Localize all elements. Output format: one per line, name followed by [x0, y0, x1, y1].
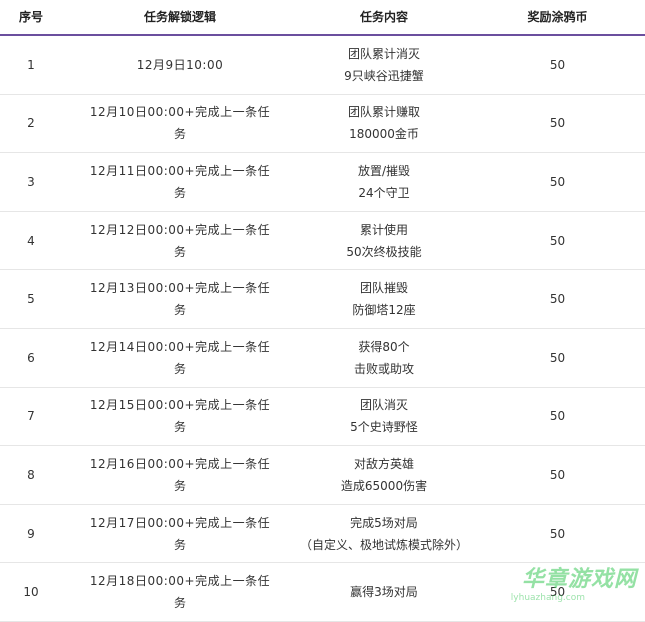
row-unlock: 12月15日00:00+完成上一条任 务	[62, 394, 298, 438]
unlock-line-1: 12月9日10:00	[136, 57, 224, 72]
row-reward: 50	[549, 350, 566, 365]
row-unlock: 12月12日00:00+完成上一条任 务	[62, 219, 298, 263]
content-line-2: 180000金币	[349, 127, 419, 142]
row-content: 团队累计赚取 180000金币	[298, 101, 470, 145]
row-number: 1	[27, 57, 35, 72]
table-header: 序号 任务解锁逻辑 任务内容 奖励涂鸦币	[0, 0, 645, 36]
row-number: 6	[27, 350, 35, 365]
table-row: 9 12月17日00:00+完成上一条任 务 完成5场对局 （自定义、极地试炼模…	[0, 505, 645, 564]
content-line-2: 造成65000伤害	[340, 478, 428, 493]
row-unlock: 12月17日00:00+完成上一条任 务	[62, 512, 298, 556]
unlock-line-2: 务	[173, 244, 186, 259]
row-number: 2	[27, 116, 35, 131]
unlock-line-2: 务	[173, 303, 186, 318]
table-row: 4 12月12日00:00+完成上一条任 务 累计使用 50次终极技能 50	[0, 212, 645, 271]
task-table: 序号 任务解锁逻辑 任务内容 奖励涂鸦币 1 12月9日10:00 团队累计消灭…	[0, 0, 645, 622]
row-reward: 50	[549, 233, 566, 248]
row-unlock: 12月18日00:00+完成上一条任 务	[62, 570, 298, 614]
row-content: 赢得3场对局	[298, 581, 470, 603]
row-unlock: 12月11日00:00+完成上一条任 务	[62, 160, 298, 204]
content-line-1: 完成5场对局	[350, 515, 418, 530]
content-line-1: 团队累计赚取	[347, 105, 420, 120]
content-line-1: 放置/摧毁	[357, 163, 411, 178]
row-number: 8	[27, 467, 35, 482]
row-number: 9	[27, 526, 35, 541]
row-content: 累计使用 50次终极技能	[298, 219, 470, 263]
row-reward: 50	[549, 57, 566, 72]
unlock-line-2: 务	[173, 420, 186, 435]
table-row: 7 12月15日00:00+完成上一条任 务 团队消灭 5个史诗野怪 50	[0, 388, 645, 447]
row-content: 团队消灭 5个史诗野怪	[298, 394, 470, 438]
row-unlock: 12月9日10:00	[62, 54, 298, 76]
content-line-2: （自定义、极地试炼模式除外）	[299, 537, 468, 552]
content-line-2: 5个史诗野怪	[350, 420, 418, 435]
content-line-1: 团队摧毁	[359, 281, 408, 296]
row-reward: 50	[549, 467, 566, 482]
content-line-1: 赢得3场对局	[350, 585, 418, 600]
row-reward: 50	[549, 116, 566, 131]
content-line-1: 对敌方英雄	[353, 456, 414, 471]
row-content: 完成5场对局 （自定义、极地试炼模式除外）	[298, 512, 470, 556]
unlock-line-2: 务	[173, 596, 186, 611]
content-line-1: 获得80个	[358, 339, 410, 354]
row-content: 放置/摧毁 24个守卫	[298, 160, 470, 204]
header-content: 任务内容	[359, 10, 408, 24]
row-reward: 50	[549, 526, 566, 541]
header-reward: 奖励涂鸦币	[527, 10, 588, 24]
content-line-2: 击败或助攻	[353, 361, 414, 376]
unlock-line-2: 务	[173, 185, 186, 200]
row-reward: 50	[549, 409, 566, 424]
table-row: 6 12月14日00:00+完成上一条任 务 获得80个 击败或助攻 50	[0, 329, 645, 388]
unlock-line-1: 12月16日00:00+完成上一条任	[89, 456, 271, 471]
table-row: 3 12月11日00:00+完成上一条任 务 放置/摧毁 24个守卫 50	[0, 153, 645, 212]
table-row: 2 12月10日00:00+完成上一条任 务 团队累计赚取 180000金币 5…	[0, 95, 645, 154]
content-line-2: 9只峡谷迅捷蟹	[344, 68, 424, 83]
row-reward: 50	[549, 292, 566, 307]
unlock-line-2: 务	[173, 478, 186, 493]
row-number: 5	[27, 292, 35, 307]
row-unlock: 12月10日00:00+完成上一条任 务	[62, 101, 298, 145]
row-unlock: 12月14日00:00+完成上一条任 务	[62, 336, 298, 380]
table-row: 8 12月16日00:00+完成上一条任 务 对敌方英雄 造成65000伤害 5…	[0, 446, 645, 505]
unlock-line-2: 务	[173, 361, 186, 376]
content-line-2: 24个守卫	[358, 185, 410, 200]
unlock-line-1: 12月17日00:00+完成上一条任	[89, 515, 271, 530]
unlock-line-1: 12月13日00:00+完成上一条任	[89, 281, 271, 296]
watermark-url: lyhuazhang.com	[510, 593, 585, 603]
unlock-line-1: 12月14日00:00+完成上一条任	[89, 339, 271, 354]
row-unlock: 12月13日00:00+完成上一条任 务	[62, 277, 298, 321]
unlock-line-2: 务	[173, 127, 186, 142]
table-body: 1 12月9日10:00 团队累计消灭 9只峡谷迅捷蟹 50 2 12月10日0…	[0, 36, 645, 622]
unlock-line-1: 12月11日00:00+完成上一条任	[89, 163, 271, 178]
content-line-1: 累计使用	[359, 222, 408, 237]
content-line-2: 防御塔12座	[352, 303, 416, 318]
unlock-line-1: 12月18日00:00+完成上一条任	[89, 574, 271, 589]
row-number: 7	[27, 409, 35, 424]
unlock-line-1: 12月10日00:00+完成上一条任	[89, 105, 271, 120]
row-number: 3	[27, 174, 35, 189]
header-no: 序号	[18, 10, 43, 24]
table-row: 1 12月9日10:00 团队累计消灭 9只峡谷迅捷蟹 50	[0, 36, 645, 95]
unlock-line-1: 12月15日00:00+完成上一条任	[89, 398, 271, 413]
unlock-line-1: 12月12日00:00+完成上一条任	[89, 222, 271, 237]
row-number: 4	[27, 233, 35, 248]
row-content: 获得80个 击败或助攻	[298, 336, 470, 380]
row-content: 团队摧毁 防御塔12座	[298, 277, 470, 321]
row-reward: 50	[549, 174, 566, 189]
row-unlock: 12月16日00:00+完成上一条任 务	[62, 453, 298, 497]
row-number: 10	[23, 585, 39, 600]
content-line-2: 50次终极技能	[346, 244, 422, 259]
table-row: 5 12月13日00:00+完成上一条任 务 团队摧毁 防御塔12座 50	[0, 270, 645, 329]
row-content: 团队累计消灭 9只峡谷迅捷蟹	[298, 43, 470, 87]
header-unlock: 任务解锁逻辑	[143, 10, 216, 24]
watermark-logo: 华章游戏网	[521, 567, 637, 592]
unlock-line-2: 务	[173, 537, 186, 552]
content-line-1: 团队累计消灭	[347, 46, 420, 61]
row-content: 对敌方英雄 造成65000伤害	[298, 453, 470, 497]
content-line-1: 团队消灭	[359, 398, 408, 413]
